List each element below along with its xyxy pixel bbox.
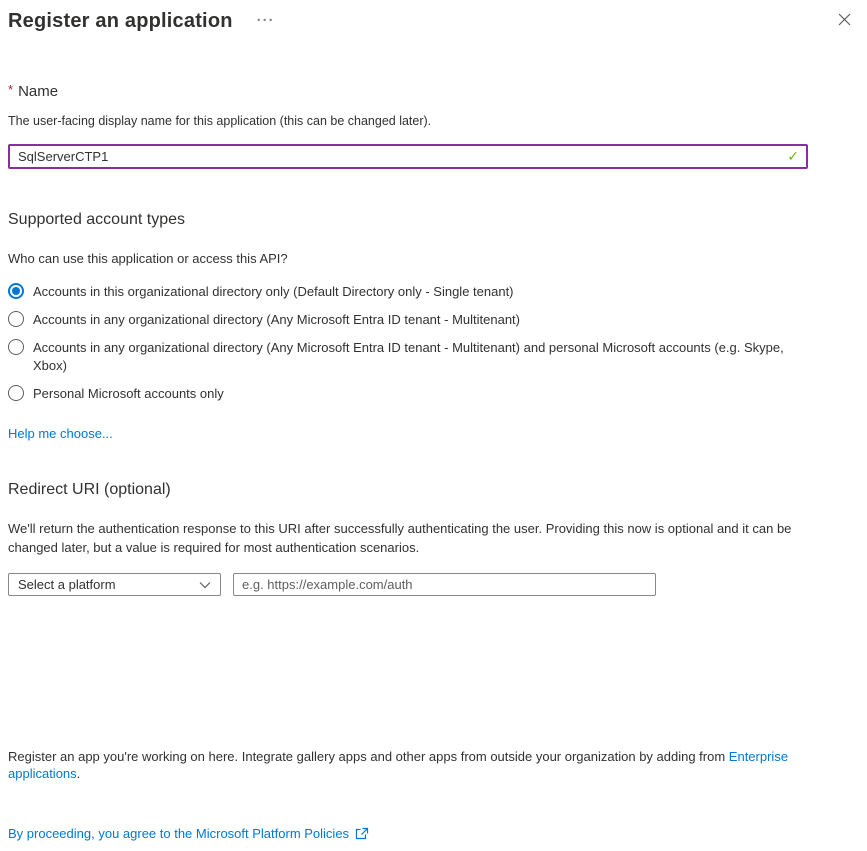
radio-button[interactable] — [8, 311, 24, 327]
radio-option-label: Accounts in this organizational director… — [33, 284, 514, 299]
radio-button[interactable] — [8, 339, 24, 355]
close-icon[interactable] — [835, 10, 853, 28]
platform-policies-link[interactable]: By proceeding, you agree to the Microsof… — [8, 826, 349, 841]
radio-option-label: Personal Microsoft accounts only — [33, 386, 224, 401]
radio-option-label: Accounts in any organizational directory… — [33, 340, 784, 373]
note-period: . — [76, 766, 81, 781]
more-options-icon[interactable]: ··· — [253, 13, 279, 28]
chevron-down-icon — [199, 581, 211, 589]
name-input[interactable] — [8, 144, 808, 169]
platform-policies-row: By proceeding, you agree to the Microsof… — [8, 826, 859, 841]
account-types-radio-group: Accounts in this organizational director… — [8, 278, 859, 408]
name-field-description: The user-facing display name for this ap… — [8, 114, 432, 128]
redirect-uri-heading: Redirect URI (optional) — [8, 481, 171, 498]
name-label-text: Name — [18, 83, 59, 100]
external-link-icon — [355, 827, 369, 840]
name-field-label: * Name — [8, 82, 859, 100]
radio-option-personal-only[interactable]: Personal Microsoft accounts only — [8, 380, 859, 408]
name-input-wrapper: ✓ — [8, 144, 808, 169]
radio-button[interactable] — [8, 385, 24, 401]
note-text: Register an app you're working on here. … — [8, 749, 729, 764]
platform-select-value: Select a platform — [18, 577, 116, 592]
redirect-uri-controls: Select a platform — [8, 573, 859, 596]
help-me-choose-link[interactable]: Help me choose... — [8, 426, 113, 441]
page-title: Register an application — [8, 9, 233, 32]
radio-option-single-tenant[interactable]: Accounts in this organizational director… — [8, 278, 859, 306]
supported-account-types-heading: Supported account types — [8, 211, 186, 228]
redirect-uri-input[interactable] — [233, 573, 656, 596]
platform-select-dropdown[interactable]: Select a platform — [8, 573, 221, 596]
radio-button[interactable] — [8, 283, 24, 299]
radio-option-multitenant-personal[interactable]: Accounts in any organizational directory… — [8, 334, 859, 380]
redirect-uri-description: We'll return the authentication response… — [8, 521, 792, 555]
radio-option-multitenant[interactable]: Accounts in any organizational directory… — [8, 306, 859, 334]
account-types-question: Who can use this application or access t… — [8, 251, 288, 266]
valid-check-icon: ✓ — [787, 148, 799, 164]
panel-header: Register an application ··· — [8, 6, 859, 36]
register-application-panel: Register an application ··· * Name The us… — [0, 0, 867, 851]
required-asterisk: * — [8, 82, 14, 97]
radio-option-label: Accounts in any organizational directory… — [33, 312, 520, 327]
enterprise-apps-note: Register an app you're working on here. … — [8, 748, 859, 782]
